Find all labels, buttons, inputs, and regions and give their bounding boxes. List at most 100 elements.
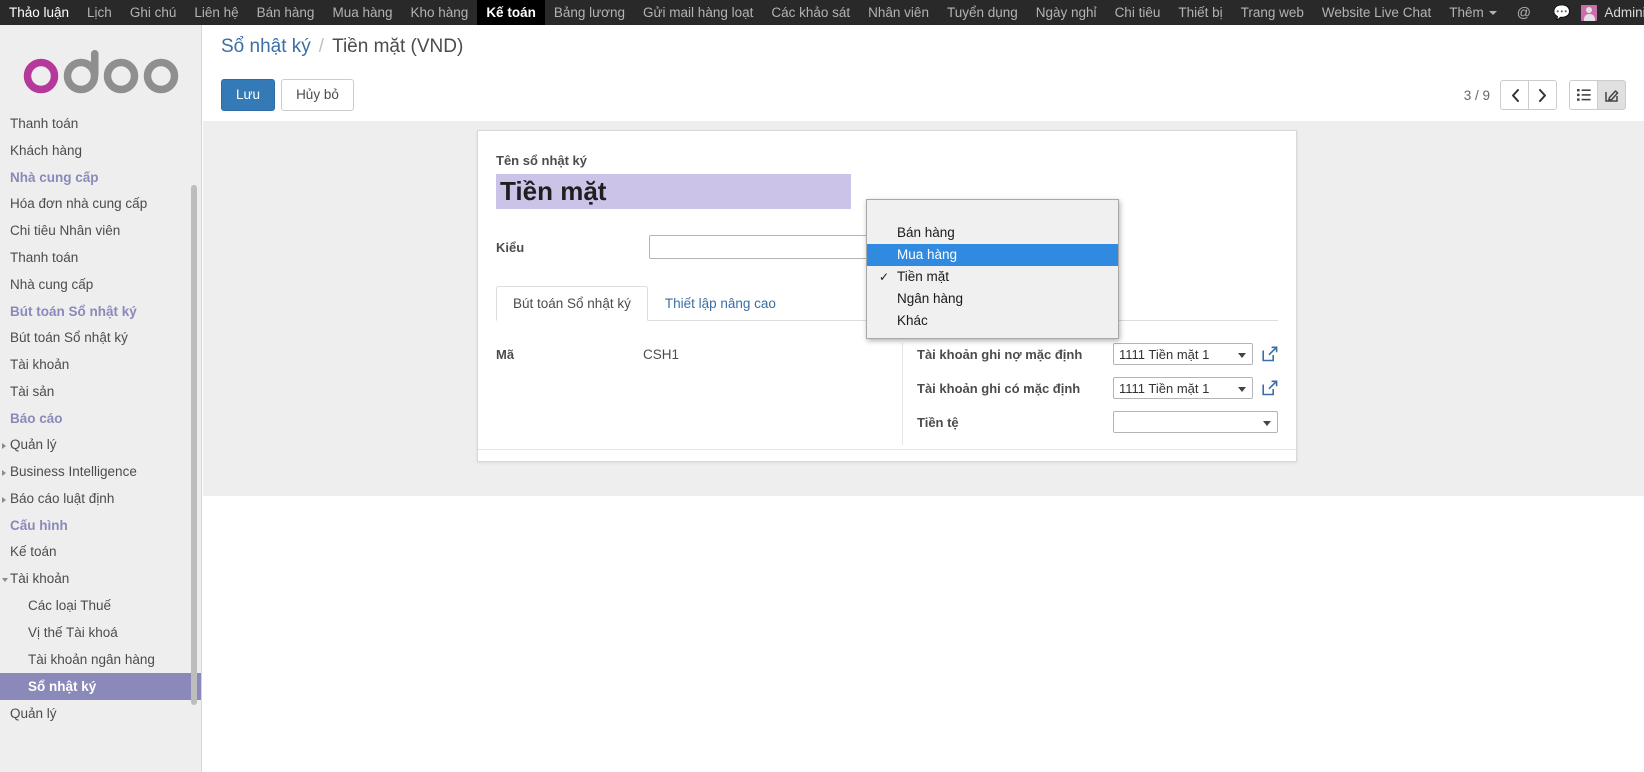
chat-bubble-icon[interactable]: 💬 xyxy=(1542,0,1581,25)
form-fields: Mã CSH1 Tài khoản ghi nợ mặc định 1111 T… xyxy=(496,343,1278,445)
tab-journal-entries[interactable]: Bút toán Sổ nhật ký xyxy=(496,286,648,321)
code-label: Mã xyxy=(496,346,515,362)
code-value[interactable]: CSH1 xyxy=(643,347,679,362)
currency-row: Tiền tệ xyxy=(917,411,1278,433)
sidebar-section-11[interactable]: Báo cáo xyxy=(0,405,201,431)
odoo-logo-icon xyxy=(23,49,179,93)
app-menu-label: Các khảo sát xyxy=(771,5,851,20)
app-menu-15[interactable]: Thiết bị xyxy=(1169,0,1231,25)
app-menu-13[interactable]: Ngày nghỉ xyxy=(1027,0,1106,25)
app-menu-6[interactable]: Kho hàng xyxy=(402,0,478,25)
external-link-icon[interactable] xyxy=(1262,346,1278,362)
sidebar-item-19[interactable]: Vị thế Tài khoá xyxy=(0,619,201,646)
journal-type-option-list: Bán hàngMua hàngTiền mặtNgân hàngKhác xyxy=(867,222,1118,332)
at-icon[interactable]: @ xyxy=(1506,0,1542,25)
sidebar-item-12[interactable]: Quản lý xyxy=(0,431,201,458)
default-debit-account-select[interactable]: 1111 Tiền mặt 1 xyxy=(1113,343,1253,365)
sidebar-item-18[interactable]: Các loại Thuế xyxy=(0,592,201,619)
sidebar-item-0[interactable]: Thanh toán xyxy=(0,110,201,137)
sidebar-section-7[interactable]: Bút toán Sổ nhật ký xyxy=(0,298,201,324)
sidebar-item-4[interactable]: Chi tiêu Nhân viên xyxy=(0,217,201,244)
sidebar-item-10[interactable]: Tài sản xyxy=(0,378,201,405)
sidebar-item-17[interactable]: Tài khoản xyxy=(0,565,201,592)
sidebar-item-14[interactable]: Báo cáo luật định xyxy=(0,485,201,512)
discard-button[interactable]: Hủy bỏ xyxy=(281,79,354,111)
journal-name-label: Tên sổ nhật ký xyxy=(496,153,588,168)
list-view-glyph xyxy=(1576,89,1591,101)
form-view-icon[interactable] xyxy=(1597,80,1626,110)
sidebar-item-6[interactable]: Nhà cung cấp xyxy=(0,271,201,298)
app-menu-5[interactable]: Mua hàng xyxy=(323,0,401,25)
app-menu-label: Bảng lương xyxy=(553,5,626,20)
chevron-left-icon[interactable] xyxy=(1500,80,1529,110)
dropdown-option-3[interactable]: Ngân hàng xyxy=(867,288,1118,310)
sidebar-item-21[interactable]: Sổ nhật ký xyxy=(0,673,201,700)
breadcrumb-parent[interactable]: Sổ nhật ký xyxy=(221,36,311,58)
dropdown-option-2[interactable]: Tiền mặt xyxy=(867,266,1118,288)
sidebar-item-20[interactable]: Tài khoản ngân hàng xyxy=(0,646,201,673)
odoo-logo[interactable] xyxy=(0,25,201,110)
dropdown-option-4[interactable]: Khác xyxy=(867,310,1118,332)
default-credit-account-select[interactable]: 1111 Tiền mặt 1 xyxy=(1113,377,1253,399)
app-menu-label: Liên hệ xyxy=(194,5,239,20)
app-menu-0[interactable]: Thảo luận xyxy=(0,0,78,25)
app-menu-16[interactable]: Trang web xyxy=(1232,0,1313,25)
app-menu-17[interactable]: Website Live Chat xyxy=(1313,0,1440,25)
sidebar-item-3[interactable]: Hóa đơn nhà cung cấp xyxy=(0,190,201,217)
app-menu-11[interactable]: Nhân viên xyxy=(859,0,938,25)
sidebar-scrollbar[interactable] xyxy=(191,185,197,705)
app-menu-14[interactable]: Chi tiêu xyxy=(1106,0,1170,25)
breadcrumb-current: Tiền mặt (VND) xyxy=(332,36,464,57)
sidebar-item-1[interactable]: Khách hàng xyxy=(0,137,201,164)
app-menu-18[interactable]: Thêm xyxy=(1440,0,1506,25)
app-menu-9[interactable]: Gửi mail hàng loạt xyxy=(634,0,762,25)
app-menu-label: Bán hàng xyxy=(256,5,315,20)
chevron-right-icon[interactable] xyxy=(1528,80,1557,110)
app-menu-7[interactable]: Kế toán xyxy=(477,0,545,25)
app-menu-2[interactable]: Ghi chú xyxy=(121,0,186,25)
dropdown-option-0[interactable]: Bán hàng xyxy=(867,222,1118,244)
app-menu-label: Mua hàng xyxy=(332,5,393,20)
dropdown-option-1[interactable]: Mua hàng xyxy=(867,244,1118,266)
chevron-left-glyph xyxy=(1511,88,1519,102)
app-menu-label: Chi tiêu xyxy=(1114,5,1161,20)
app-menu-list: Thảo luận Lịch Ghi chú Liên hệ Bán hàng Mua h… xyxy=(0,0,1506,25)
app-menu-label: Ngày nghỉ xyxy=(1035,5,1097,20)
app-menu-1[interactable]: Lịch xyxy=(78,0,121,25)
sidebar-item-9[interactable]: Tài khoản xyxy=(0,351,201,378)
form-view-glyph xyxy=(1604,89,1618,102)
app-menu-4[interactable]: Bán hàng xyxy=(248,0,324,25)
avatar[interactable] xyxy=(1581,4,1598,21)
currency-label: Tiền tệ xyxy=(917,414,959,430)
app-menu-8[interactable]: Bảng lương xyxy=(545,0,634,25)
breadcrumb-separator: / xyxy=(318,36,325,57)
app-menu-10[interactable]: Các khảo sát xyxy=(762,0,859,25)
journal-name-input[interactable] xyxy=(496,174,851,209)
currency-select[interactable] xyxy=(1113,411,1278,433)
form-fields-right: Tài khoản ghi nợ mặc định 1111 Tiền mặt … xyxy=(902,343,1278,445)
sidebar-item-22[interactable]: Quản lý xyxy=(0,700,201,727)
external-link-glyph xyxy=(1262,346,1278,362)
app-menu-3[interactable]: Liên hệ xyxy=(185,0,247,25)
tab-advanced-settings[interactable]: Thiết lập nâng cao xyxy=(648,286,793,321)
sidebar-section-2[interactable]: Nhà cung cấp xyxy=(0,164,201,190)
sidebar-item-5[interactable]: Thanh toán xyxy=(0,244,201,271)
app-menu-label: Gửi mail hàng loạt xyxy=(643,5,754,20)
form-fields-left: Mã CSH1 xyxy=(496,343,902,445)
chevron-right-glyph xyxy=(1538,88,1546,102)
breadcrumb: Sổ nhật ký / Tiền mặt (VND) xyxy=(203,25,1644,69)
sidebar-item-16[interactable]: Kế toán xyxy=(0,538,201,565)
sidebar-item-8[interactable]: Bút toán Sổ nhật ký xyxy=(0,324,201,351)
code-row: Mã CSH1 xyxy=(496,343,888,365)
list-view-icon[interactable] xyxy=(1569,80,1598,110)
sidebar-item-13[interactable]: Business Intelligence xyxy=(0,458,201,485)
username-label[interactable]: Administrator xyxy=(1604,0,1644,25)
pager-counter: 3 / 9 xyxy=(1463,87,1490,103)
external-link-icon[interactable] xyxy=(1262,380,1278,396)
save-button[interactable]: Lưu xyxy=(221,79,276,111)
sidebar-section-15[interactable]: Cấu hình xyxy=(0,512,201,538)
app-menu-12[interactable]: Tuyển dụng xyxy=(938,0,1027,25)
journal-type-dropdown: Bán hàngMua hàngTiền mặtNgân hàngKhác xyxy=(866,199,1119,339)
pager-buttons xyxy=(1500,80,1557,110)
external-link-glyph xyxy=(1262,380,1278,396)
